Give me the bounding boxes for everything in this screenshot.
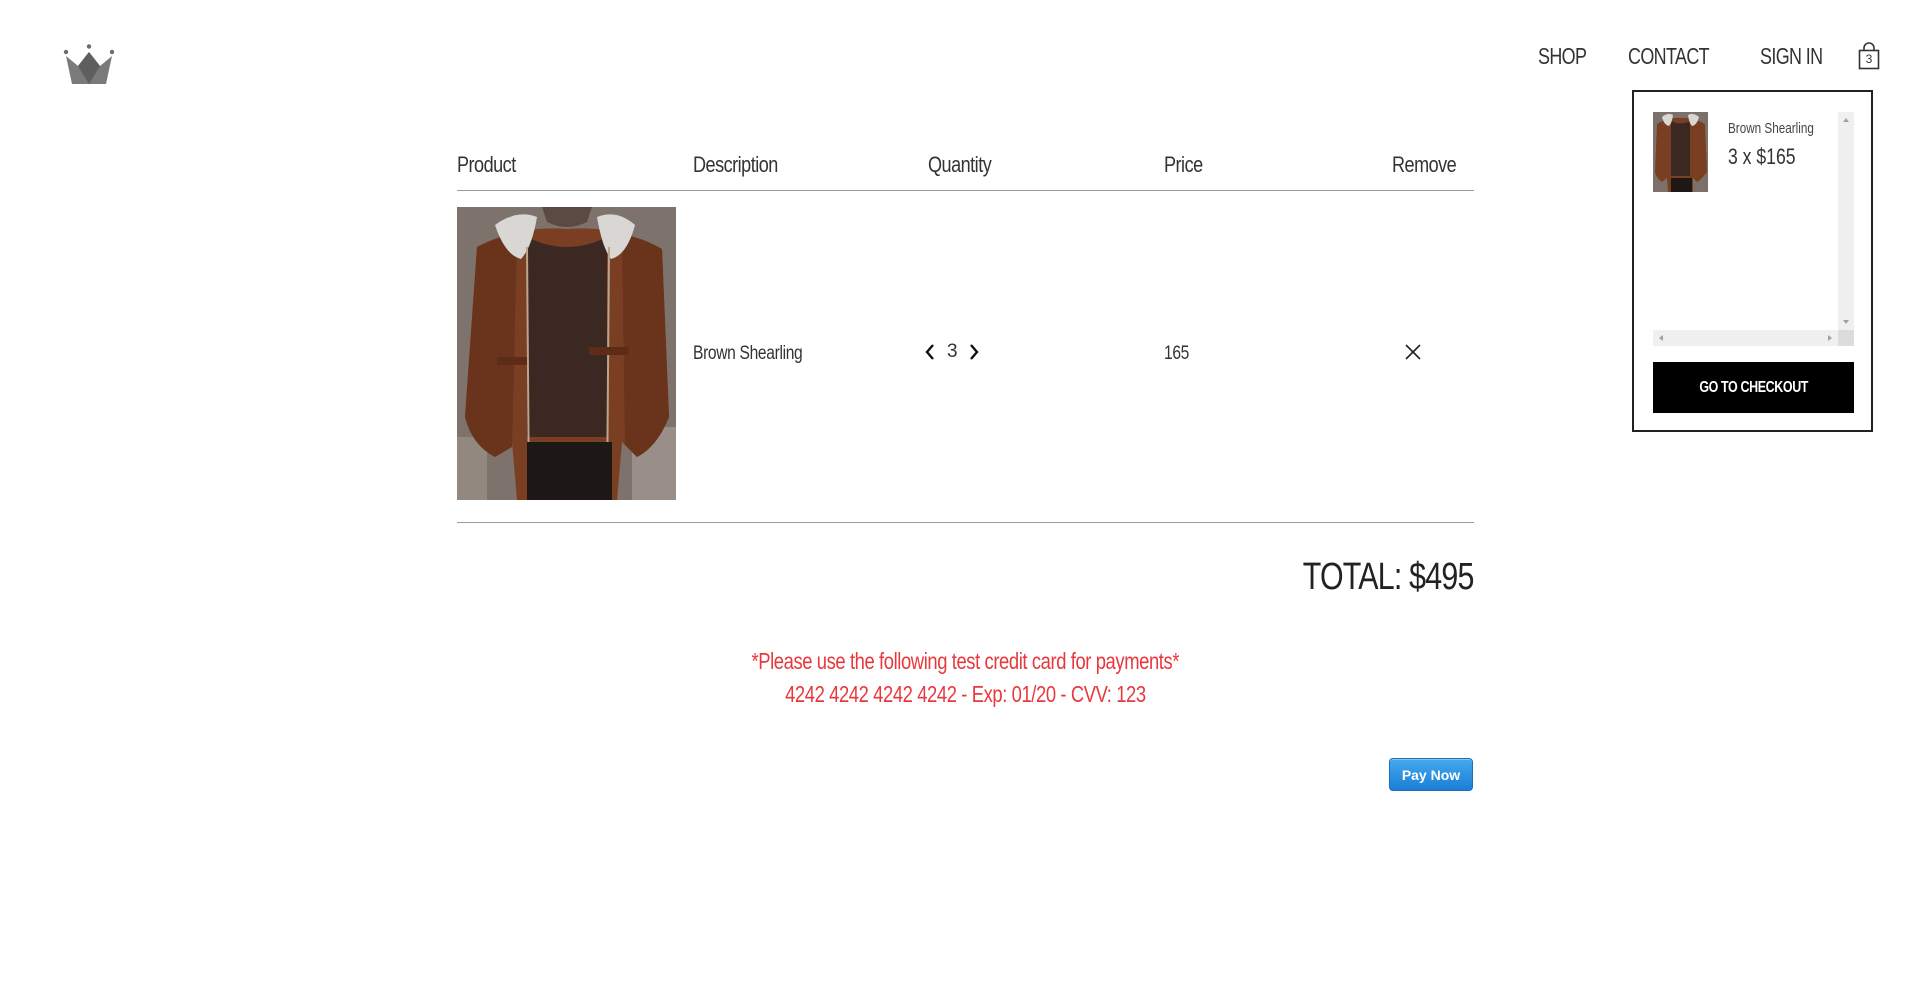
cart-table: Product Description Quantity Price Remov… (457, 150, 1475, 598)
table-header: Product Description Quantity Price Remov… (457, 150, 1474, 191)
order-total: TOTAL: $495 (1260, 556, 1475, 599)
chevron-left-icon[interactable] (923, 342, 937, 362)
nav-contact-link[interactable]: CONTACT (1628, 43, 1732, 70)
go-to-checkout-button[interactable]: GO TO CHECKOUT (1653, 362, 1854, 413)
order-total-label: TOTAL: $495 (1303, 556, 1475, 598)
remove-item-close-icon[interactable] (1402, 341, 1424, 363)
mini-cart-dropdown: Brown Shearling 3 x $165 GO TO CHECKOUT (1632, 90, 1873, 432)
pay-now-button[interactable]: Pay Now (1389, 758, 1473, 791)
test-card-notice-line1: *Please use the following test credit ca… (751, 648, 1180, 674)
product-price: 165 (1164, 343, 1195, 365)
mini-cart-item-qty-price: 3 x $165 (1728, 144, 1812, 170)
product-description: Brown Shearling (693, 343, 826, 365)
header-price-label: Price (1164, 152, 1203, 177)
scroll-up-arrow-icon[interactable] (1843, 118, 1849, 122)
header-remove-label: Remove (1392, 152, 1457, 177)
header-remove: Remove (1392, 152, 1470, 178)
shopping-bag-icon[interactable]: 3 (1858, 42, 1882, 70)
scroll-right-arrow-icon[interactable] (1828, 335, 1832, 341)
header-quantity-label: Quantity (928, 152, 992, 177)
nav-sign-in-link[interactable]: SIGN IN (1760, 43, 1840, 70)
nav-contact-label: CONTACT (1628, 42, 1710, 69)
horizontal-scrollbar[interactable] (1653, 330, 1838, 346)
chevron-right-icon[interactable] (967, 342, 981, 362)
table-row: Brown Shearling 3 165 (457, 191, 1474, 523)
header-product: Product (457, 152, 529, 178)
go-to-checkout-label: GO TO CHECKOUT (1699, 378, 1808, 396)
product-image[interactable] (457, 207, 676, 500)
header-price: Price (1164, 152, 1211, 178)
mini-cart-item-qty-price-label: 3 x $165 (1728, 144, 1796, 169)
main-nav: SHOP CONTACT SIGN IN 3 (1538, 42, 1882, 70)
nav-shop-link[interactable]: SHOP (1538, 43, 1600, 70)
nav-sign-in-label: SIGN IN (1759, 42, 1823, 69)
header-quantity: Quantity (928, 152, 1005, 178)
mini-cart-item-name-label: Brown Shearling (1728, 120, 1814, 137)
mini-cart-item-thumbnail (1653, 112, 1708, 192)
nav-shop-label: SHOP (1538, 42, 1587, 69)
product-description-label: Brown Shearling (693, 343, 803, 364)
header-product-label: Product (457, 152, 516, 177)
scrollbar-corner (1838, 330, 1854, 346)
quantity-stepper: 3 (923, 341, 981, 363)
scroll-down-arrow-icon[interactable] (1843, 320, 1849, 324)
header-description-label: Description (693, 152, 778, 177)
scroll-left-arrow-icon[interactable] (1659, 335, 1663, 341)
test-card-details: 4242 4242 4242 4242 - Exp: 01/20 - CVV: … (457, 681, 1474, 708)
mini-cart-item-name: Brown Shearling (1728, 120, 1838, 137)
product-price-label: 165 (1164, 343, 1190, 364)
test-card-notice-line2: 4242 4242 4242 4242 - Exp: 01/20 - CVV: … (785, 681, 1146, 707)
test-card-notice: *Please use the following test credit ca… (457, 648, 1474, 675)
crown-logo-icon[interactable] (62, 44, 116, 86)
vertical-scrollbar[interactable] (1838, 112, 1854, 330)
mini-cart-items[interactable]: Brown Shearling 3 x $165 (1653, 112, 1854, 346)
cart-count-badge: 3 (1865, 52, 1873, 66)
header-description: Description (693, 152, 796, 178)
quantity-value: 3 (947, 341, 958, 362)
